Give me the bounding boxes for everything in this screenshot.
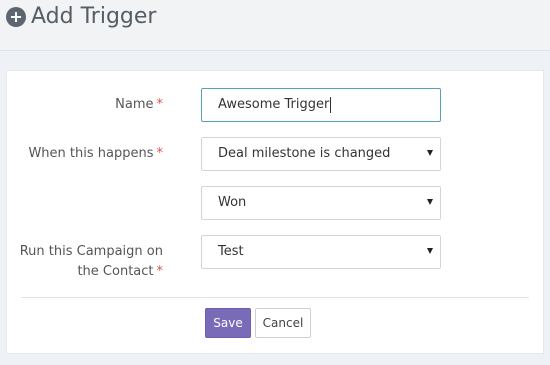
required-mark: * [156,97,164,112]
campaign-select[interactable]: Test [201,235,441,269]
text-cursor [330,96,332,113]
trigger-form-card: Name * Awesome Trigger When this happens *… [6,70,544,354]
when-label: When this happens * [28,144,163,164]
campaign-label-line2: the Contact [77,264,154,279]
campaign-select-value: Test [218,244,244,259]
milestone-select-value: Won [218,195,247,210]
name-input[interactable]: Awesome Trigger [201,88,441,122]
campaign-label: Run this Campaign on the Contact * [20,242,163,282]
required-mark: * [156,264,164,279]
campaign-label-line1: Run this Campaign on [19,244,163,259]
page-header: Add Trigger [0,0,550,51]
dropdown-arrow-icon [427,150,433,156]
when-label-text: When this happens [28,146,154,161]
event-select[interactable]: Deal milestone is changed [201,137,441,171]
dropdown-arrow-icon [427,248,433,254]
form-divider [21,297,529,298]
name-input-value: Awesome Trigger [218,97,330,112]
page-title: Add Trigger [31,4,157,29]
cancel-button[interactable]: Cancel [255,308,311,338]
required-mark: * [156,146,164,161]
name-label: Name * [115,95,163,115]
milestone-select[interactable]: Won [201,186,441,220]
plus-circle-icon [6,7,26,27]
dropdown-arrow-icon [427,199,433,205]
event-select-value: Deal milestone is changed [218,146,391,161]
name-label-text: Name [115,97,154,112]
save-button[interactable]: Save [205,308,251,338]
